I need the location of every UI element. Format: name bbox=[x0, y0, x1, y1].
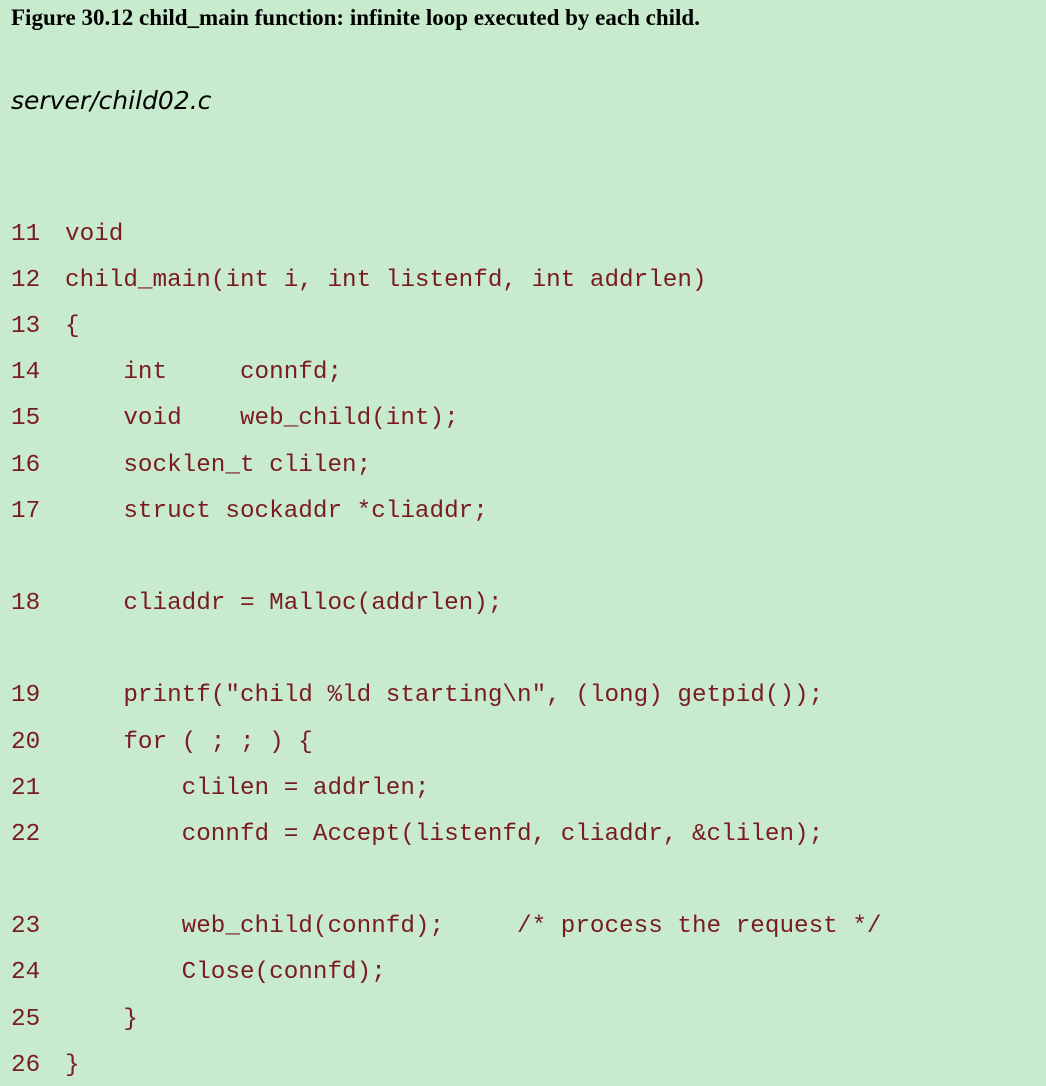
code-line: 18 cliaddr = Malloc(addrlen); bbox=[11, 587, 502, 621]
line-number: 17 bbox=[11, 498, 41, 525]
code-text: struct sockaddr *cliaddr; bbox=[65, 498, 488, 525]
code-text: printf("child %ld starting\n", (long) ge… bbox=[65, 682, 824, 709]
code-line: 16 socklen_t clilen; bbox=[11, 449, 371, 483]
code-line: 24 Close(connfd); bbox=[11, 956, 386, 990]
code-line: 15 void web_child(int); bbox=[11, 402, 459, 436]
code-line: 12 child_main(int i, int listenfd, int ad… bbox=[11, 264, 707, 298]
code-line: 14 int connfd; bbox=[11, 356, 342, 390]
line-number: 22 bbox=[11, 821, 41, 848]
code-text: Close(connfd); bbox=[65, 959, 386, 986]
line-number: 12 bbox=[11, 267, 41, 294]
line-number: 16 bbox=[11, 452, 41, 479]
line-number: 21 bbox=[11, 775, 41, 802]
code-line: 23 web_child(connfd); /* process the req… bbox=[11, 910, 882, 944]
code-listing: 11 void 12 child_main(int i, int listenfd,… bbox=[11, 0, 1041, 1086]
code-text: for ( ; ; ) { bbox=[65, 729, 313, 756]
code-text: web_child(connfd); /* process the reques… bbox=[65, 913, 882, 940]
code-text: clilen = addrlen; bbox=[65, 775, 430, 802]
code-text: cliaddr = Malloc(addrlen); bbox=[65, 590, 503, 617]
line-number: 18 bbox=[11, 590, 41, 617]
code-line: 17 struct sockaddr *cliaddr; bbox=[11, 495, 488, 529]
code-line: 19 printf("child %ld starting\n", (long)… bbox=[11, 679, 823, 713]
code-text: int connfd; bbox=[65, 359, 343, 386]
code-text: child_main(int i, int listenfd, int addr… bbox=[65, 267, 707, 294]
code-line: 21 clilen = addrlen; bbox=[11, 772, 430, 806]
code-text: } bbox=[65, 1052, 80, 1079]
line-number: 11 bbox=[11, 221, 41, 248]
line-number: 20 bbox=[11, 729, 41, 756]
line-number: 26 bbox=[11, 1052, 41, 1079]
code-line: 13 { bbox=[11, 310, 80, 344]
line-number: 19 bbox=[11, 682, 41, 709]
code-text: connfd = Accept(listenfd, cliaddr, &clil… bbox=[65, 821, 824, 848]
code-text: } bbox=[65, 1006, 138, 1033]
line-number: 15 bbox=[11, 405, 41, 432]
code-line: 11 void bbox=[11, 218, 123, 252]
line-number: 24 bbox=[11, 959, 41, 986]
code-text: { bbox=[65, 313, 80, 340]
code-text: void web_child(int); bbox=[65, 405, 459, 432]
line-number: 14 bbox=[11, 359, 41, 386]
code-text: socklen_t clilen; bbox=[65, 452, 372, 479]
code-line: 22 connfd = Accept(listenfd, cliaddr, &c… bbox=[11, 818, 823, 852]
code-line: 26} bbox=[11, 1049, 80, 1083]
line-number: 23 bbox=[11, 913, 41, 940]
code-text: void bbox=[65, 221, 124, 248]
code-line: 20 for ( ; ; ) { bbox=[11, 726, 313, 760]
line-number: 25 bbox=[11, 1006, 41, 1033]
line-number: 13 bbox=[11, 313, 41, 340]
code-line: 25 } bbox=[11, 1003, 138, 1037]
